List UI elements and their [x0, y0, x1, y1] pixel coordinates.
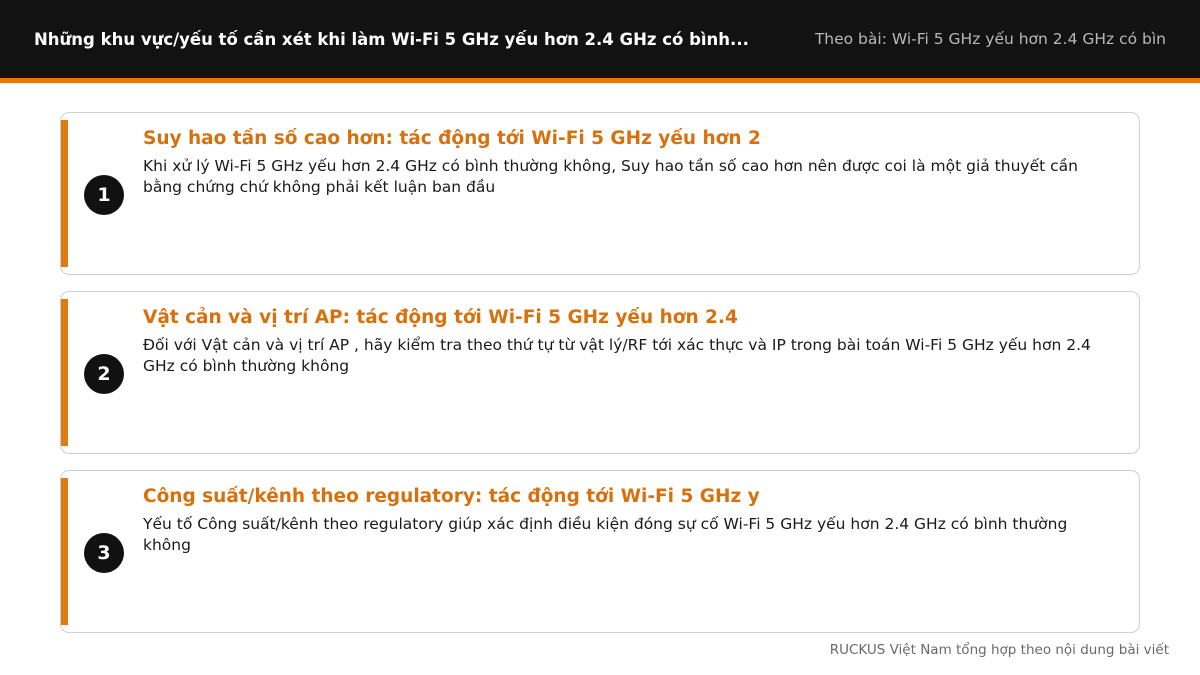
card-title: Suy hao tần số cao hơn: tác động tới Wi-… — [143, 128, 761, 149]
card-number-badge: 1 — [84, 175, 124, 215]
card-title: Vật cản và vị trí AP: tác động tới Wi-Fi… — [143, 307, 738, 328]
source-label: Theo bài: Wi-Fi 5 GHz yếu hơn 2.4 GHz có… — [814, 30, 1166, 48]
card-number-badge: 3 — [84, 533, 124, 573]
card-accent-bar — [61, 299, 68, 446]
card-title: Công suất/kênh theo regulatory: tác động… — [143, 486, 760, 507]
card-accent-bar — [61, 120, 68, 267]
card-accent-bar — [61, 478, 68, 625]
card-description: Khi xử lý Wi-Fi 5 GHz yếu hơn 2.4 GHz có… — [143, 157, 1078, 196]
header-bar: Những khu vực/yếu tố cần xét khi làm Wi-… — [0, 0, 1200, 78]
card-list: 1 Suy hao tần số cao hơn: tác động tới W… — [60, 112, 1140, 649]
page-title: Những khu vực/yếu tố cần xét khi làm Wi-… — [34, 29, 749, 49]
header-accent-line — [0, 78, 1200, 83]
factor-card-1: 1 Suy hao tần số cao hơn: tác động tới W… — [60, 112, 1140, 275]
footer-credit: RUCKUS Việt Nam tổng hợp theo nội dung b… — [829, 642, 1169, 658]
card-number-badge: 2 — [84, 354, 124, 394]
card-description: Đối với Vật cản và vị trí AP , hãy kiểm … — [143, 336, 1091, 375]
card-description: Yếu tố Công suất/kênh theo regulatory gi… — [143, 515, 1068, 554]
factor-card-2: 2 Vật cản và vị trí AP: tác động tới Wi-… — [60, 291, 1140, 454]
factor-card-3: 3 Công suất/kênh theo regulatory: tác độ… — [60, 470, 1140, 633]
